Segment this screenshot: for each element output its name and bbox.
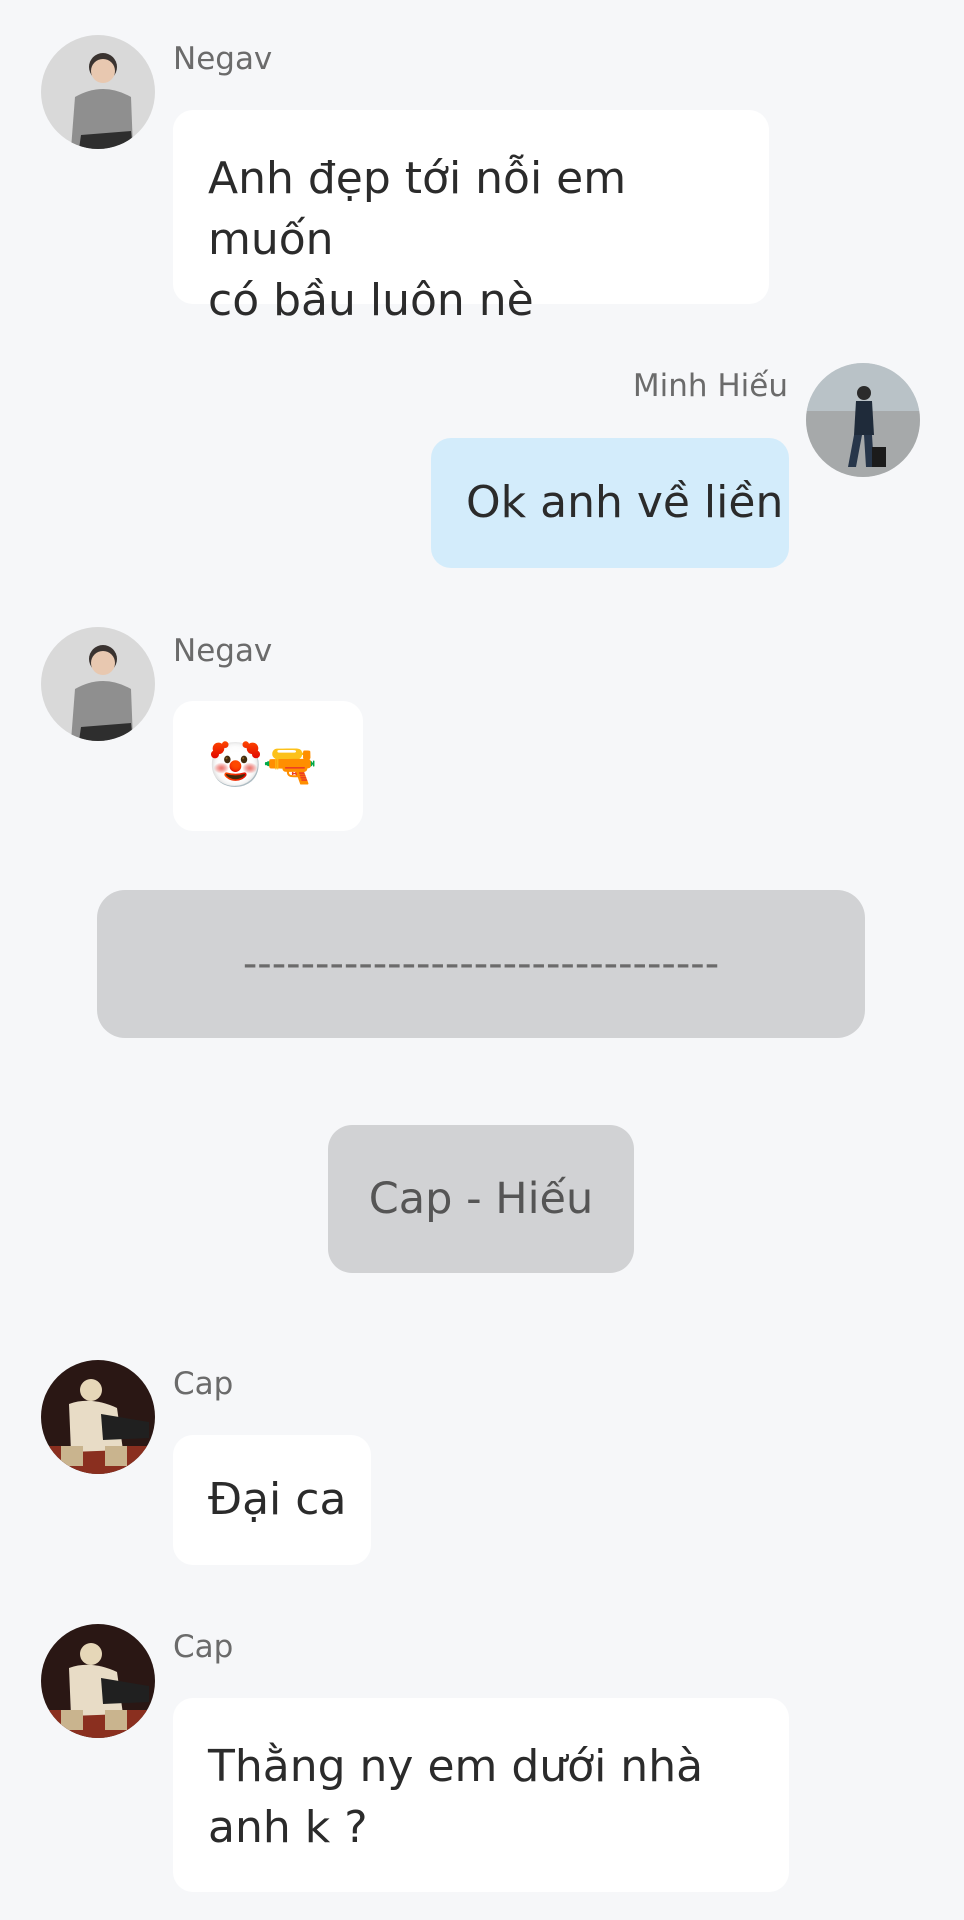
avatar-negav[interactable] <box>41 627 155 741</box>
person-photo-icon <box>41 1360 155 1474</box>
message-bubble[interactable]: Anh đẹp tới nỗi em muốn có bầu luôn nè <box>173 110 769 326</box>
sender-name: Negav <box>173 41 273 77</box>
sender-name: Minh Hiếu <box>632 368 788 404</box>
separator-banner: --------------------------------- <box>97 890 865 1038</box>
person-photo-icon <box>41 627 155 741</box>
message-bubble[interactable]: Đại ca <box>173 1435 371 1565</box>
message-text: Ok anh về liền <box>466 477 784 528</box>
message-text: Thằng ny em dưới nhà <box>208 1741 704 1792</box>
emoji-message-text: 🤡🔫 <box>208 740 318 791</box>
person-photo-icon <box>806 363 920 477</box>
sender-name: Negav <box>173 633 273 669</box>
avatar-minh-hieu[interactable] <box>806 363 920 477</box>
message-bubble-outgoing[interactable]: Ok anh về liền <box>431 438 789 568</box>
message-text: có bầu luôn nè <box>208 275 534 326</box>
message-text: Đại ca <box>208 1474 347 1525</box>
message-text: Anh đẹp tới nỗi em muốn <box>208 153 627 265</box>
sender-name: Cap <box>173 1366 234 1402</box>
person-photo-icon <box>41 1624 155 1738</box>
avatar-cap[interactable] <box>41 1360 155 1474</box>
message-text: anh k ? <box>208 1802 368 1853</box>
avatar-negav[interactable] <box>41 35 155 149</box>
person-photo-icon <box>41 35 155 149</box>
message-bubble[interactable]: 🤡🔫 <box>173 701 363 831</box>
system-label-pill: Cap - Hiếu <box>328 1125 634 1273</box>
message-bubble[interactable]: Thằng ny em dưới nhà anh k ? <box>173 1698 789 1892</box>
sender-name: Cap <box>173 1629 234 1665</box>
avatar-cap[interactable] <box>41 1624 155 1738</box>
